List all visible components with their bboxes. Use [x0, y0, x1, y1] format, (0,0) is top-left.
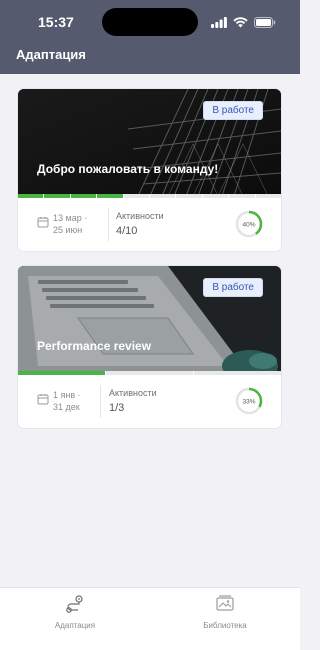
footer-divider — [100, 385, 101, 418]
tab-library[interactable]: Библиотека — [185, 594, 265, 630]
status-bar: 15:37 — [0, 0, 300, 44]
status-badge: В работе — [203, 278, 263, 297]
progress-ring: 40% — [235, 210, 263, 243]
date-end: 25 июн — [53, 225, 83, 235]
date-start: 1 янв — [53, 390, 76, 400]
wifi-icon — [233, 15, 248, 33]
status-badge: В работе — [203, 101, 263, 120]
card-title: Добро пожаловать в команду! — [37, 162, 219, 176]
activities-label: Активности — [109, 388, 157, 398]
top-bar: 15:37 Адаптация — [0, 0, 300, 74]
tab-adaptation[interactable]: Адаптация — [35, 594, 115, 630]
activities-label: Активности — [116, 211, 164, 221]
progress-ring-label: 33% — [242, 399, 255, 406]
activities-value: 1/3 — [109, 402, 125, 414]
status-time: 15:37 — [38, 14, 74, 30]
route-icon — [64, 595, 86, 618]
tab-label: Адаптация — [54, 621, 96, 630]
calendar-icon — [37, 215, 49, 233]
progress-ring: 33% — [235, 387, 263, 420]
card-footer: 1 янв - 31 дек Активности 1/3 33% — [18, 375, 281, 428]
calendar-icon — [37, 392, 49, 410]
library-icon — [214, 595, 236, 618]
date-end: 31 дек — [53, 402, 80, 412]
activities-value: 4/10 — [116, 225, 138, 237]
card-cover-image: В работе Performance review — [18, 266, 281, 373]
date-start: 13 мар — [53, 213, 82, 223]
page-title: Адаптация — [16, 47, 86, 62]
card-footer: 13 мар - 25 июн Активности 4/10 40% — [18, 198, 281, 251]
card-cover-image: В работе Добро пожаловать в команду! — [18, 89, 281, 196]
card-title: Performance review — [37, 339, 152, 353]
progress-ring-label: 40% — [242, 222, 255, 229]
tab-label: Библиотека — [203, 621, 247, 630]
tab-bar: Адаптация Библиотека — [0, 587, 300, 650]
onboarding-card[interactable]: В работе Добро пожаловать в команду! 13 … — [18, 89, 281, 251]
battery-icon — [254, 15, 276, 33]
dynamic-island — [102, 8, 198, 36]
date-range: 1 янв - 31 дек — [53, 390, 81, 412]
status-icons — [211, 15, 276, 33]
signal-icon — [211, 15, 227, 33]
date-range: 13 мар - 25 июн — [53, 213, 88, 235]
footer-divider — [108, 208, 109, 241]
performance-review-card[interactable]: В работе Performance review 1 янв - 31 д… — [18, 266, 281, 428]
